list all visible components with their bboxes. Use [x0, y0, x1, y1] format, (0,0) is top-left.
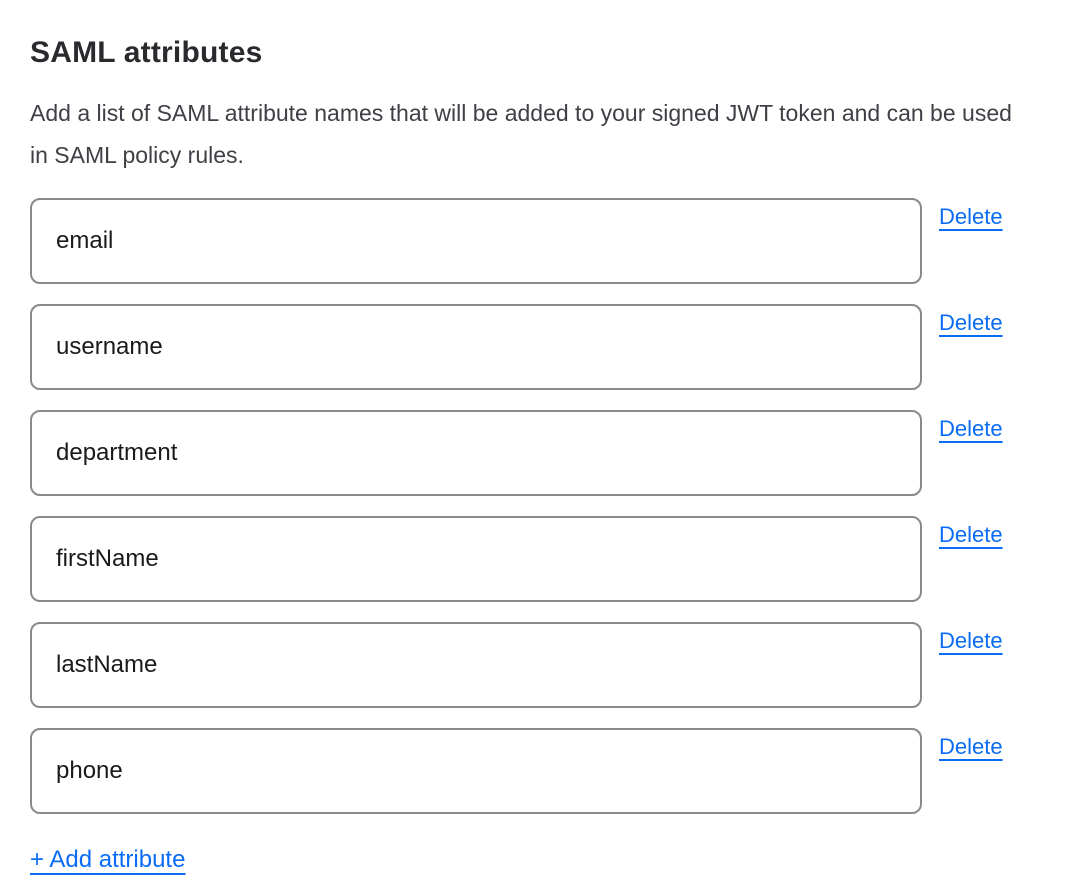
saml-attributes-section: SAML attributes Add a list of SAML attri… [0, 0, 1066, 874]
attribute-row: Delete [30, 516, 1066, 602]
attribute-row: Delete [30, 728, 1066, 814]
attribute-row: Delete [30, 410, 1066, 496]
attribute-input[interactable] [30, 728, 922, 814]
delete-link[interactable]: Delete [939, 204, 1003, 230]
section-description: Add a list of SAML attribute names that … [30, 92, 1020, 176]
attribute-input[interactable] [30, 304, 922, 390]
page-title: SAML attributes [30, 36, 1066, 70]
delete-link[interactable]: Delete [939, 628, 1003, 654]
delete-link[interactable]: Delete [939, 310, 1003, 336]
attribute-input[interactable] [30, 516, 922, 602]
delete-link[interactable]: Delete [939, 416, 1003, 442]
attribute-input[interactable] [30, 198, 922, 284]
delete-link[interactable]: Delete [939, 522, 1003, 548]
attribute-input[interactable] [30, 410, 922, 496]
attribute-input[interactable] [30, 622, 922, 708]
attribute-row: Delete [30, 198, 1066, 284]
attribute-row: Delete [30, 622, 1066, 708]
add-attribute-link[interactable]: + Add attribute [30, 846, 185, 874]
delete-link[interactable]: Delete [939, 734, 1003, 760]
attribute-row: Delete [30, 304, 1066, 390]
